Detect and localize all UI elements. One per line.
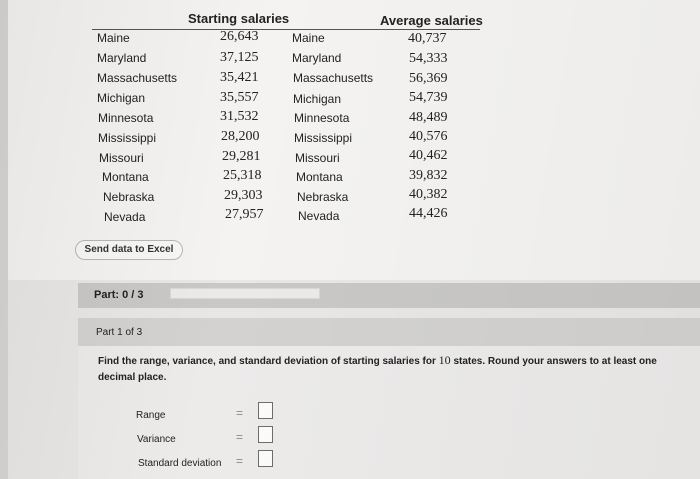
- average-salary-value: 54,333: [409, 51, 448, 66]
- question-text-start: Find the range, variance, and standard d…: [98, 356, 436, 367]
- starting-salary-value: 27,957: [225, 207, 264, 222]
- average-state-label: Maine: [292, 31, 325, 45]
- standard-deviation-label: Standard deviation: [138, 458, 222, 469]
- range-label: Range: [136, 410, 166, 421]
- standard-deviation-equals-sign: =: [236, 454, 244, 468]
- starting-state-label: Montana: [102, 170, 149, 184]
- standard-deviation-input[interactable]: [258, 450, 273, 467]
- starting-state-label: Maine: [97, 31, 130, 45]
- question-panel: Find the range, variance, and standard d…: [78, 346, 700, 479]
- starting-state-label: Nebraska: [103, 190, 155, 204]
- starting-state-label: Maryland: [97, 51, 147, 65]
- question-text: Find the range, variance, and standard d…: [98, 352, 678, 386]
- average-header-underline: [288, 29, 480, 30]
- starting-salary-value: 35,421: [220, 70, 259, 85]
- starting-state-label: Nevada: [104, 210, 146, 224]
- average-salary-value: 40,576: [409, 129, 448, 144]
- starting-state-label: Massachusetts: [97, 71, 178, 85]
- range-input[interactable]: [258, 402, 273, 419]
- starting-state-label: Minnesota: [98, 111, 154, 125]
- average-salary-value: 40,382: [409, 187, 448, 202]
- starting-salary-value: 26,643: [220, 29, 259, 44]
- average-salary-value: 44,426: [409, 206, 448, 221]
- average-state-label: Minnesota: [294, 111, 350, 125]
- part-of-label: Part 1 of 3: [96, 327, 143, 338]
- starting-salary-value: 28,200: [221, 129, 260, 144]
- page-edge: [0, 0, 8, 479]
- average-state-label: Missouri: [295, 151, 340, 165]
- starting-salary-value: 35,557: [220, 90, 259, 105]
- range-equals-sign: =: [236, 406, 244, 420]
- average-salaries-header: Average salaries: [380, 13, 483, 28]
- starting-state-label: Michigan: [97, 91, 146, 105]
- variance-input[interactable]: [258, 426, 273, 443]
- average-state-label: Michigan: [293, 92, 342, 106]
- average-salary-value: 40,737: [408, 31, 447, 46]
- starting-state-label: Mississippi: [98, 131, 157, 145]
- part-progress-value: 0 / 3: [122, 289, 144, 301]
- question-number: 10: [438, 353, 451, 367]
- starting-salary-value: 29,303: [224, 188, 263, 203]
- average-state-label: Mississippi: [294, 131, 353, 145]
- part-label-text: Part:: [94, 289, 120, 301]
- starting-state-label: Missouri: [99, 151, 144, 165]
- average-salary-value: 54,739: [409, 90, 448, 105]
- average-salary-value: 39,832: [409, 168, 448, 183]
- average-state-label: Montana: [296, 170, 343, 184]
- starting-header-underline: [92, 29, 288, 30]
- starting-salary-value: 25,318: [223, 168, 262, 183]
- average-salary-value: 40,462: [409, 148, 448, 163]
- average-state-label: Maryland: [292, 51, 342, 65]
- average-state-label: Nebraska: [297, 190, 349, 204]
- average-salary-value: 48,489: [409, 110, 448, 125]
- variance-equals-sign: =: [236, 430, 244, 444]
- starting-salary-value: 37,125: [220, 50, 259, 65]
- part-progress-bar: Part: 0 / 3: [78, 283, 700, 308]
- average-salary-value: 56,369: [409, 71, 448, 86]
- starting-salary-value: 29,281: [222, 149, 261, 164]
- salary-table: Starting salaries Average salaries Maine…: [8, 0, 700, 280]
- starting-salary-value: 31,532: [220, 109, 259, 124]
- send-to-excel-button[interactable]: Send data to Excel: [75, 240, 183, 260]
- part-header: Part 1 of 3: [78, 318, 700, 346]
- average-state-label: Nevada: [298, 209, 340, 223]
- starting-salaries-header: Starting salaries: [188, 11, 290, 26]
- progress-track: [170, 288, 320, 299]
- part-progress-label: Part: 0 / 3: [94, 289, 144, 301]
- variance-label: Variance: [137, 434, 176, 445]
- average-state-label: Massachusetts: [293, 71, 374, 85]
